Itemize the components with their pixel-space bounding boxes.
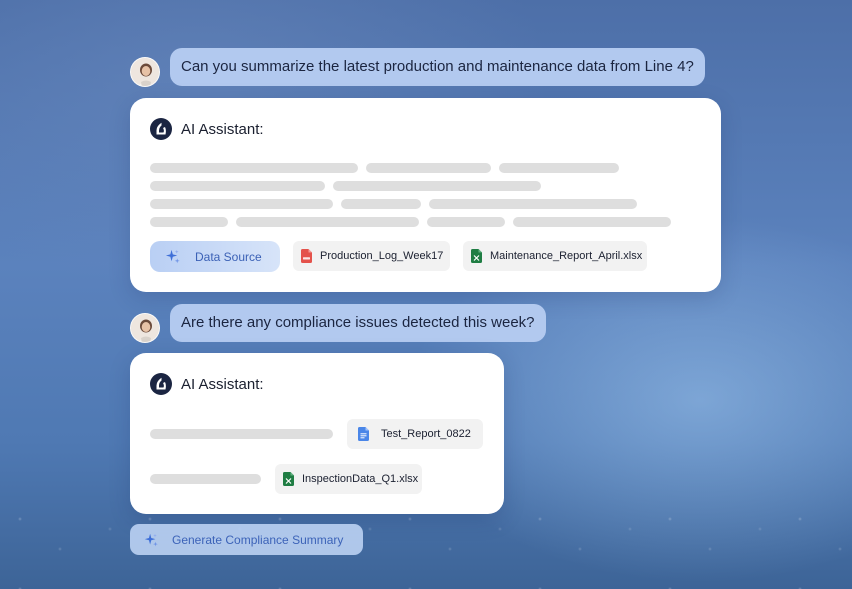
skeleton-line xyxy=(429,199,637,209)
skeleton-line xyxy=(366,163,491,173)
skeleton-line xyxy=(150,474,261,484)
assistant-header-2: AI Assistant: xyxy=(150,373,264,395)
assistant-label: AI Assistant: xyxy=(181,120,264,138)
skeleton-line xyxy=(150,199,333,209)
assistant-response-card-2: AI Assistant: Test_Report_0822 Inspectio… xyxy=(130,353,504,514)
sparkle-icon xyxy=(144,533,158,546)
attachment-inspection-data[interactable]: InspectionData_Q1.xlsx xyxy=(275,464,422,494)
user-message-2: Are there any compliance issues detected… xyxy=(170,304,546,342)
sparkle-icon xyxy=(165,249,180,264)
generate-compliance-summary-button[interactable]: Generate Compliance Summary xyxy=(130,524,363,555)
user-avatar xyxy=(130,57,160,87)
google-doc-icon xyxy=(358,427,369,441)
skeleton-line xyxy=(236,217,419,227)
user-avatar-photo xyxy=(131,314,159,342)
user-avatar-photo xyxy=(131,58,159,86)
skeleton-line xyxy=(333,181,541,191)
user-avatar xyxy=(130,313,160,343)
assistant-response-card-1: AI Assistant: Data Source Production_Log… xyxy=(130,98,721,292)
skeleton-line xyxy=(150,429,333,439)
excel-file-icon xyxy=(471,249,482,263)
assistant-label: AI Assistant: xyxy=(181,375,264,393)
skeleton-line xyxy=(150,163,358,173)
attachment-name: Test_Report_0822 xyxy=(381,428,471,440)
skeleton-line xyxy=(513,217,671,227)
attachment-name: Maintenance_Report_April.xlsx xyxy=(490,250,643,262)
attachment-name: Production_Log_Week17 xyxy=(320,250,444,262)
attachment-maintenance-report[interactable]: Maintenance_Report_April.xlsx xyxy=(463,241,647,271)
assistant-logo-icon xyxy=(150,118,172,140)
skeleton-line xyxy=(499,163,619,173)
data-source-chip[interactable]: Data Source xyxy=(150,241,280,272)
skeleton-line xyxy=(427,217,505,227)
user-message-1: Can you summarize the latest production … xyxy=(170,48,705,86)
generate-button-label: Generate Compliance Summary xyxy=(172,532,344,547)
data-source-label: Data Source xyxy=(195,249,262,264)
attachment-production-log[interactable]: Production_Log_Week17 xyxy=(293,241,450,271)
attachment-test-report[interactable]: Test_Report_0822 xyxy=(347,419,483,449)
assistant-header-1: AI Assistant: xyxy=(150,118,264,140)
pdf-file-icon xyxy=(301,249,312,263)
excel-file-icon xyxy=(283,472,294,486)
skeleton-line xyxy=(341,199,421,209)
skeleton-line xyxy=(150,217,228,227)
attachment-name: InspectionData_Q1.xlsx xyxy=(302,473,419,485)
skeleton-line xyxy=(150,181,325,191)
assistant-logo-icon xyxy=(150,373,172,395)
